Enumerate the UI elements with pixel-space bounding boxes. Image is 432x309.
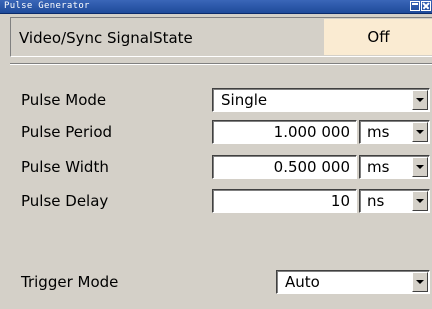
pulse-delay-value: 10	[330, 192, 350, 210]
pulse-width-label: Pulse Width	[21, 158, 109, 176]
pulse-mode-label: Pulse Mode	[21, 91, 107, 109]
trigger-mode-label: Trigger Mode	[21, 273, 119, 291]
pulse-mode-select[interactable]: Single	[212, 88, 430, 112]
pulse-delay-unit: ns	[367, 192, 385, 210]
pulse-width-unit: ms	[367, 158, 390, 176]
signal-state-row: Video/Sync SignalState Off	[10, 17, 432, 57]
pulse-period-unit-select[interactable]: ms	[359, 120, 430, 144]
signal-state-value[interactable]: Off	[324, 19, 432, 55]
signal-state-label: Video/Sync SignalState	[19, 29, 193, 47]
chevron-down-icon[interactable]	[412, 191, 428, 211]
chevron-down-icon[interactable]	[412, 90, 428, 110]
pulse-width-unit-select[interactable]: ms	[359, 155, 430, 179]
pulse-period-value: 1.000 000	[273, 123, 350, 141]
trigger-mode-value: Auto	[285, 273, 320, 291]
maximize-icon[interactable]	[410, 1, 420, 11]
pulse-generator-window: Pulse Generator Video/Sync SignalState O…	[0, 0, 432, 309]
pulse-width-value: 0.500 000	[273, 158, 350, 176]
pulse-period-unit: ms	[367, 123, 390, 141]
chevron-down-icon[interactable]	[412, 122, 428, 142]
close-icon[interactable]	[421, 1, 431, 11]
trigger-mode-select[interactable]: Auto	[276, 270, 430, 294]
pulse-delay-unit-select[interactable]: ns	[359, 189, 430, 213]
pulse-delay-input[interactable]: 10	[212, 189, 357, 213]
pulse-period-label: Pulse Period	[21, 123, 113, 141]
section-divider	[10, 63, 432, 65]
pulse-mode-value: Single	[221, 91, 268, 109]
chevron-down-icon[interactable]	[412, 157, 428, 177]
chevron-down-icon[interactable]	[412, 272, 428, 292]
pulse-delay-label: Pulse Delay	[21, 192, 109, 210]
pulse-period-input[interactable]: 1.000 000	[212, 120, 357, 144]
window-title: Pulse Generator	[4, 1, 90, 11]
title-bar: Pulse Generator	[0, 0, 432, 14]
pulse-width-input[interactable]: 0.500 000	[212, 155, 357, 179]
